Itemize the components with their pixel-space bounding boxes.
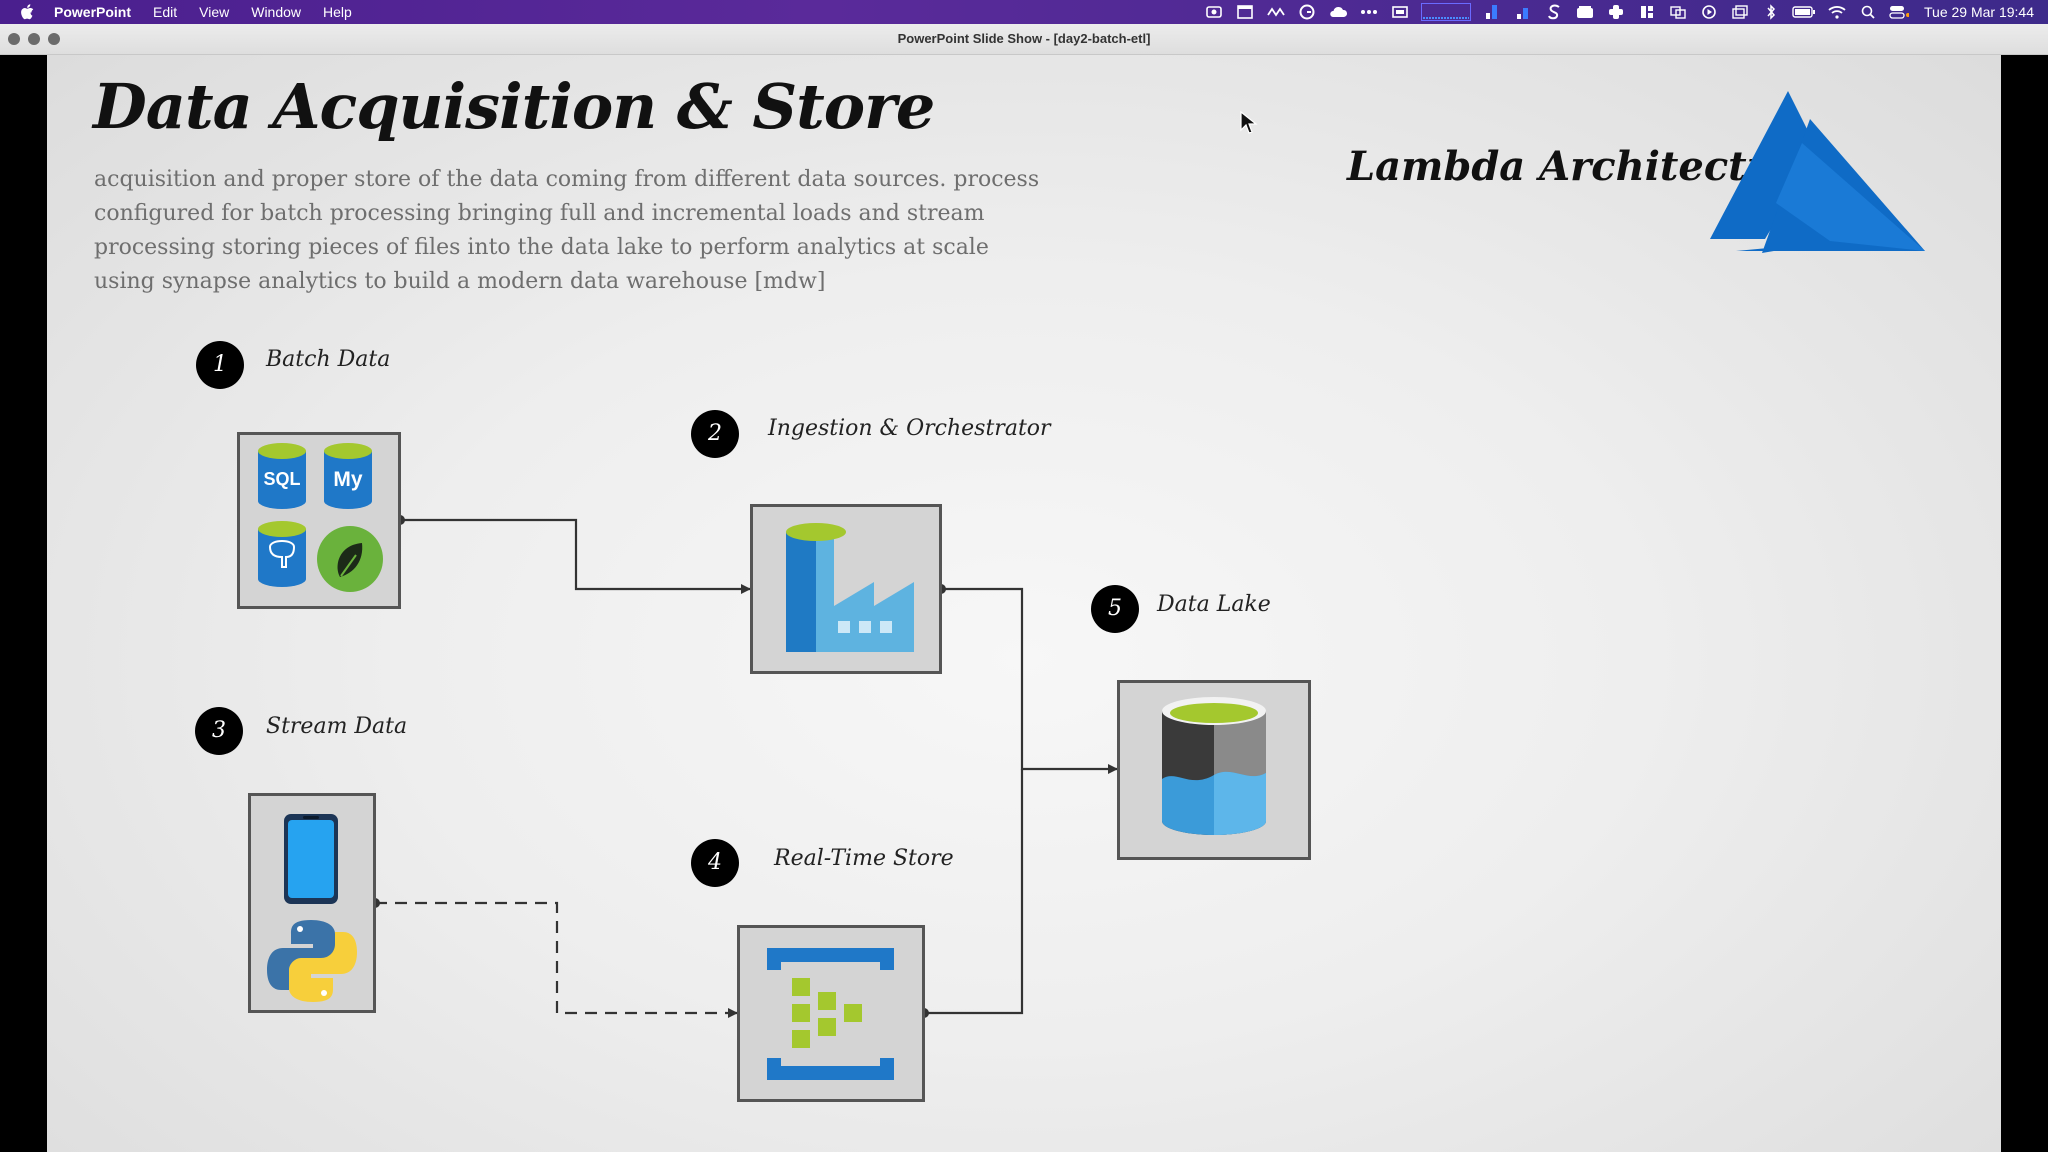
- stream-sources-box[interactable]: [248, 793, 376, 1013]
- data-factory-box[interactable]: [750, 504, 942, 674]
- step-4-badge: 4: [691, 839, 739, 887]
- network-graph-icon[interactable]: [1421, 0, 1471, 24]
- step-3-badge: 3: [195, 707, 243, 755]
- slide-canvas: Data Acquisition & Store acquisition and…: [47, 55, 2001, 1152]
- grid-app-icon[interactable]: [1637, 0, 1657, 24]
- batch-to-ingestion-connector: [395, 515, 751, 594]
- stream-source-icons: [267, 814, 357, 1002]
- step-5-label: Data Lake: [1157, 592, 1271, 617]
- menu-window[interactable]: Window: [251, 0, 301, 24]
- step-4-label: Real-Time Store: [774, 846, 954, 871]
- bluetooth-icon[interactable]: [1761, 0, 1781, 24]
- menu-app-name[interactable]: PowerPoint: [54, 0, 131, 24]
- window-icon[interactable]: [1235, 0, 1255, 24]
- spotlight-search-icon[interactable]: [1858, 0, 1878, 24]
- batch-data-sources-box[interactable]: SQL My: [237, 432, 401, 609]
- mouse-cursor-icon: [1240, 110, 1258, 134]
- svg-text:My: My: [333, 468, 362, 491]
- step-3-label: Stream Data: [266, 714, 408, 739]
- step-2-label: Ingestion & Orchestrator: [768, 416, 1051, 441]
- batch-source-icons: SQL My: [258, 443, 383, 592]
- control-center-icon[interactable]: [1889, 0, 1909, 24]
- mysql-icon: My: [324, 443, 372, 509]
- menu-clock[interactable]: Tue 29 Mar 19:44: [1924, 4, 2034, 20]
- wifi-icon[interactable]: [1827, 0, 1847, 24]
- menu-edit[interactable]: Edit: [153, 0, 177, 24]
- mobile-phone-icon: [284, 814, 338, 904]
- translate-icon[interactable]: [1668, 0, 1688, 24]
- grammarly-icon[interactable]: [1297, 0, 1317, 24]
- window-title: PowerPoint Slide Show - [day2-batch-etl]: [897, 31, 1151, 46]
- battery-icon[interactable]: [1792, 0, 1816, 24]
- menu-bar: PowerPoint Edit View Window Help Tue 29 …: [0, 0, 2048, 24]
- data-lake-storage-icon: [1162, 697, 1266, 835]
- window-title-bar: PowerPoint Slide Show - [day2-batch-etl]: [0, 24, 2048, 55]
- step-2-badge: 2: [691, 410, 739, 458]
- apple-menu-icon[interactable]: [16, 0, 38, 24]
- mongodb-icon: [317, 526, 383, 592]
- plugin-icon[interactable]: [1266, 0, 1286, 24]
- ingestion-to-datalake-connector: [936, 584, 1118, 774]
- data-factory-icon: [786, 523, 914, 652]
- display-icon[interactable]: [1390, 0, 1410, 24]
- screen-record-icon[interactable]: [1204, 0, 1224, 24]
- step-5-badge: 5: [1091, 585, 1139, 633]
- event-hub-box[interactable]: [737, 925, 925, 1102]
- windows-icon[interactable]: [1730, 0, 1750, 24]
- postgresql-icon: [258, 521, 306, 587]
- scrivener-icon[interactable]: [1544, 0, 1564, 24]
- sql-database-icon: SQL: [258, 443, 306, 509]
- memory-icon[interactable]: [1482, 0, 1502, 24]
- cpu-icon[interactable]: [1513, 0, 1533, 24]
- play-circle-icon[interactable]: [1699, 0, 1719, 24]
- svg-text:SQL: SQL: [263, 469, 300, 489]
- step-1-label: Batch Data: [266, 347, 391, 372]
- cloud-icon[interactable]: [1328, 0, 1348, 24]
- more-dots-icon[interactable]: [1359, 0, 1379, 24]
- stream-to-realtime-connector: [370, 898, 738, 1018]
- step-1-badge: 1: [196, 341, 244, 389]
- data-lake-box[interactable]: [1117, 680, 1311, 860]
- python-icon: [267, 920, 357, 1002]
- realtime-to-datalake-connector: [919, 769, 1024, 1018]
- menu-help[interactable]: Help: [323, 0, 352, 24]
- event-hub-icon: [767, 948, 894, 1080]
- plus-icon[interactable]: [1606, 0, 1626, 24]
- menu-view[interactable]: View: [199, 0, 229, 24]
- drive-icon[interactable]: [1575, 0, 1595, 24]
